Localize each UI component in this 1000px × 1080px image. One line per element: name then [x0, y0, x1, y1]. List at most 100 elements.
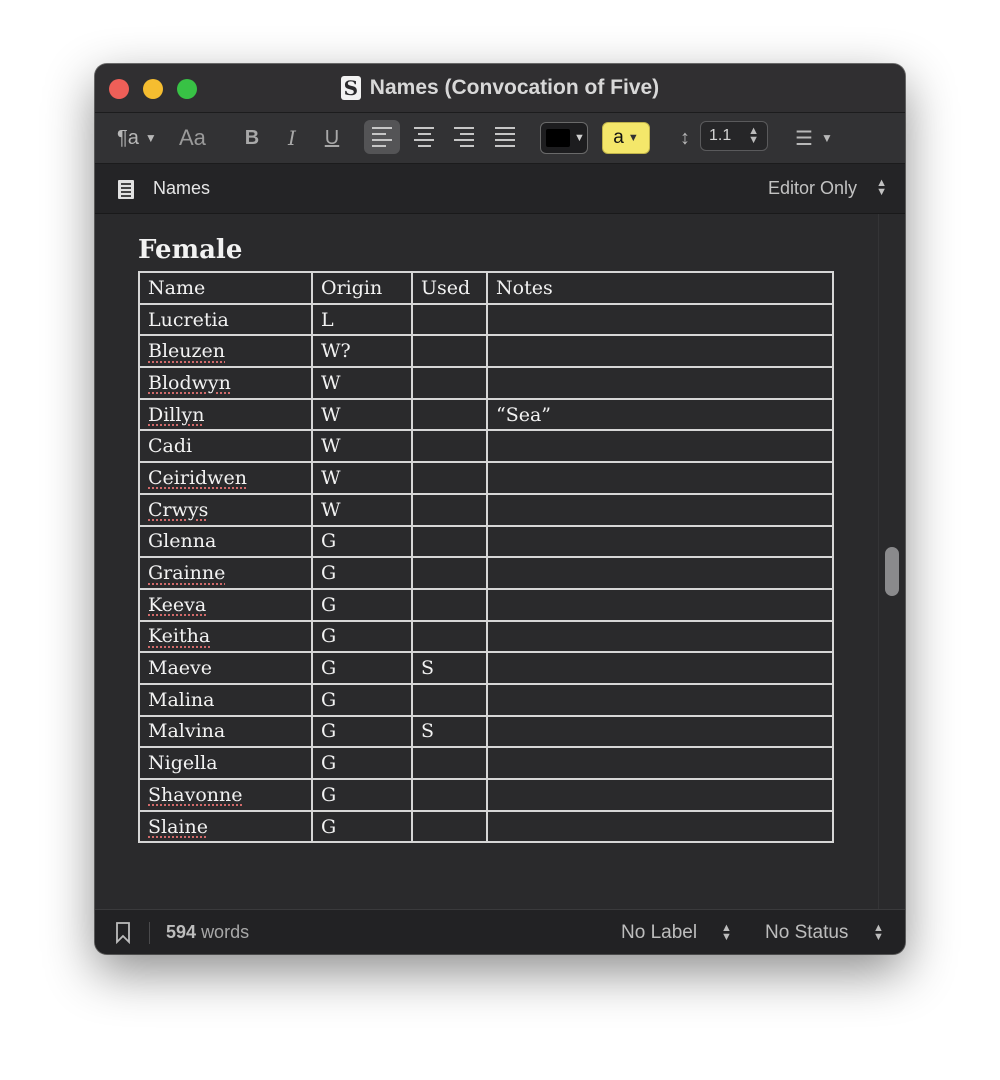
cell-used[interactable] [411, 492, 488, 527]
cell-name[interactable]: Glenna [138, 524, 313, 559]
cell-origin[interactable]: W [311, 461, 413, 495]
align-center-button[interactable] [406, 120, 442, 154]
cell-name[interactable]: Keeva [138, 587, 313, 622]
cell-notes[interactable] [486, 366, 834, 400]
cell-name[interactable]: Dillyn [138, 397, 313, 432]
bookmark-icon[interactable] [115, 922, 131, 944]
cell-origin[interactable]: G [311, 714, 413, 749]
cell-origin[interactable]: W [311, 397, 413, 432]
cell-origin[interactable]: G [311, 524, 413, 559]
cell-origin[interactable]: G [311, 778, 413, 812]
cell-used[interactable]: S [411, 651, 488, 685]
cell-name[interactable]: Keitha [138, 619, 313, 654]
cell-notes[interactable] [486, 461, 834, 495]
cell-notes[interactable] [486, 682, 834, 717]
cell-notes[interactable] [486, 651, 834, 685]
cell-name[interactable]: Grainne [138, 556, 313, 590]
cell-used[interactable] [411, 587, 488, 622]
align-justify-button[interactable] [487, 120, 523, 154]
cell-notes[interactable] [486, 302, 834, 337]
cell-name[interactable]: Shavonne [138, 778, 313, 812]
document-name[interactable]: Names [153, 178, 210, 199]
chevron-down-icon: ▼ [574, 132, 585, 144]
cell-name[interactable]: Malvina [138, 714, 313, 749]
cell-used[interactable] [411, 366, 488, 400]
cell-notes[interactable]: “Sea” [486, 397, 834, 432]
app-window: S Names (Convocation of Five) ¶a ▼ Aa B … [95, 64, 905, 954]
cell-used[interactable] [411, 302, 488, 337]
cell-notes[interactable] [486, 778, 834, 812]
cell-used[interactable] [411, 397, 488, 432]
cell-notes[interactable] [486, 556, 834, 590]
status-selector[interactable]: No Status [765, 922, 848, 944]
stepper-icon[interactable]: ▲ ▼ [748, 126, 759, 146]
cell-name[interactable]: Malina [138, 682, 313, 717]
cell-name[interactable]: Cadi [138, 429, 313, 464]
cell-origin[interactable]: W [311, 366, 413, 400]
vertical-scrollbar[interactable] [885, 547, 899, 596]
list-style-button[interactable]: ☰ ▼ [795, 125, 833, 151]
cell-origin[interactable]: G [311, 587, 413, 622]
font-button[interactable]: Aa [179, 125, 206, 151]
cell-name[interactable]: Ceiridwen [138, 461, 313, 495]
updown-chevron-icon[interactable]: ▲ ▼ [876, 178, 887, 198]
cell-notes[interactable] [486, 587, 834, 622]
cell-origin[interactable]: G [311, 556, 413, 590]
cell-used[interactable] [411, 556, 488, 590]
align-right-button[interactable] [446, 120, 482, 154]
italic-button[interactable]: I [281, 125, 303, 151]
cell-origin[interactable]: G [311, 619, 413, 654]
cell-origin[interactable]: G [311, 746, 413, 780]
updown-chevron-icon[interactable]: ▲ ▼ [873, 923, 884, 943]
divider [149, 922, 150, 944]
align-left-button[interactable] [364, 120, 400, 154]
cell-origin[interactable]: W [311, 429, 413, 464]
cell-name[interactable]: Slaine [138, 809, 313, 844]
cell-name[interactable]: Crwys [138, 492, 313, 527]
cell-notes[interactable] [486, 714, 834, 749]
cell-used[interactable] [411, 524, 488, 559]
cell-origin[interactable]: G [311, 682, 413, 717]
updown-chevron-icon[interactable]: ▲ ▼ [721, 923, 732, 943]
cell-name[interactable]: Bleuzen [138, 334, 313, 369]
chevron-down-icon: ▼ [627, 132, 639, 144]
cell-origin[interactable]: G [311, 651, 413, 685]
cell-origin[interactable]: W [311, 492, 413, 527]
line-spacing-field[interactable]: 1.1 ▲ ▼ [700, 121, 768, 151]
cell-used[interactable] [411, 619, 488, 654]
cell-used[interactable]: S [411, 714, 488, 749]
cell-notes[interactable] [486, 334, 834, 369]
cell-origin[interactable]: W? [311, 334, 413, 369]
cell-used[interactable] [411, 809, 488, 844]
cell-used[interactable] [411, 746, 488, 780]
editor-view-mode-selector[interactable]: Editor Only [768, 178, 857, 199]
cell-notes[interactable] [486, 429, 834, 464]
table-row: Ceiridwen W [138, 461, 834, 495]
text-color-button[interactable]: ▼ [540, 122, 588, 154]
cell-name[interactable]: Nigella [138, 746, 313, 780]
cell-notes[interactable] [486, 492, 834, 527]
paragraph-style-button[interactable]: ¶a ▼ [117, 125, 157, 151]
cell-used[interactable] [411, 461, 488, 495]
cell-notes[interactable] [486, 524, 834, 559]
cell-used[interactable] [411, 334, 488, 369]
cell-notes[interactable] [486, 746, 834, 780]
cell-used[interactable] [411, 429, 488, 464]
cell-origin[interactable]: G [311, 809, 413, 844]
bold-button[interactable]: B [241, 125, 263, 151]
cell-name[interactable]: Lucretia [138, 302, 313, 337]
cell-used[interactable] [411, 682, 488, 717]
document-icon [118, 180, 134, 199]
cell-notes[interactable] [486, 809, 834, 844]
cell-origin[interactable]: L [311, 302, 413, 337]
cell-name[interactable]: Maeve [138, 651, 313, 685]
underline-button[interactable]: U [321, 125, 343, 151]
cell-used[interactable] [411, 778, 488, 812]
highlight-color-button[interactable]: a ▼ [602, 122, 650, 154]
editor-area[interactable]: Female Name Origin Used Notes Lucretia L Bleuz… [95, 214, 905, 909]
label-selector[interactable]: No Label [621, 922, 697, 944]
cell-name[interactable]: Blodwyn [138, 366, 313, 400]
line-spacing-value: 1.1 [709, 127, 732, 144]
paragraph-style-icon: ¶a [117, 126, 139, 149]
cell-notes[interactable] [486, 619, 834, 654]
